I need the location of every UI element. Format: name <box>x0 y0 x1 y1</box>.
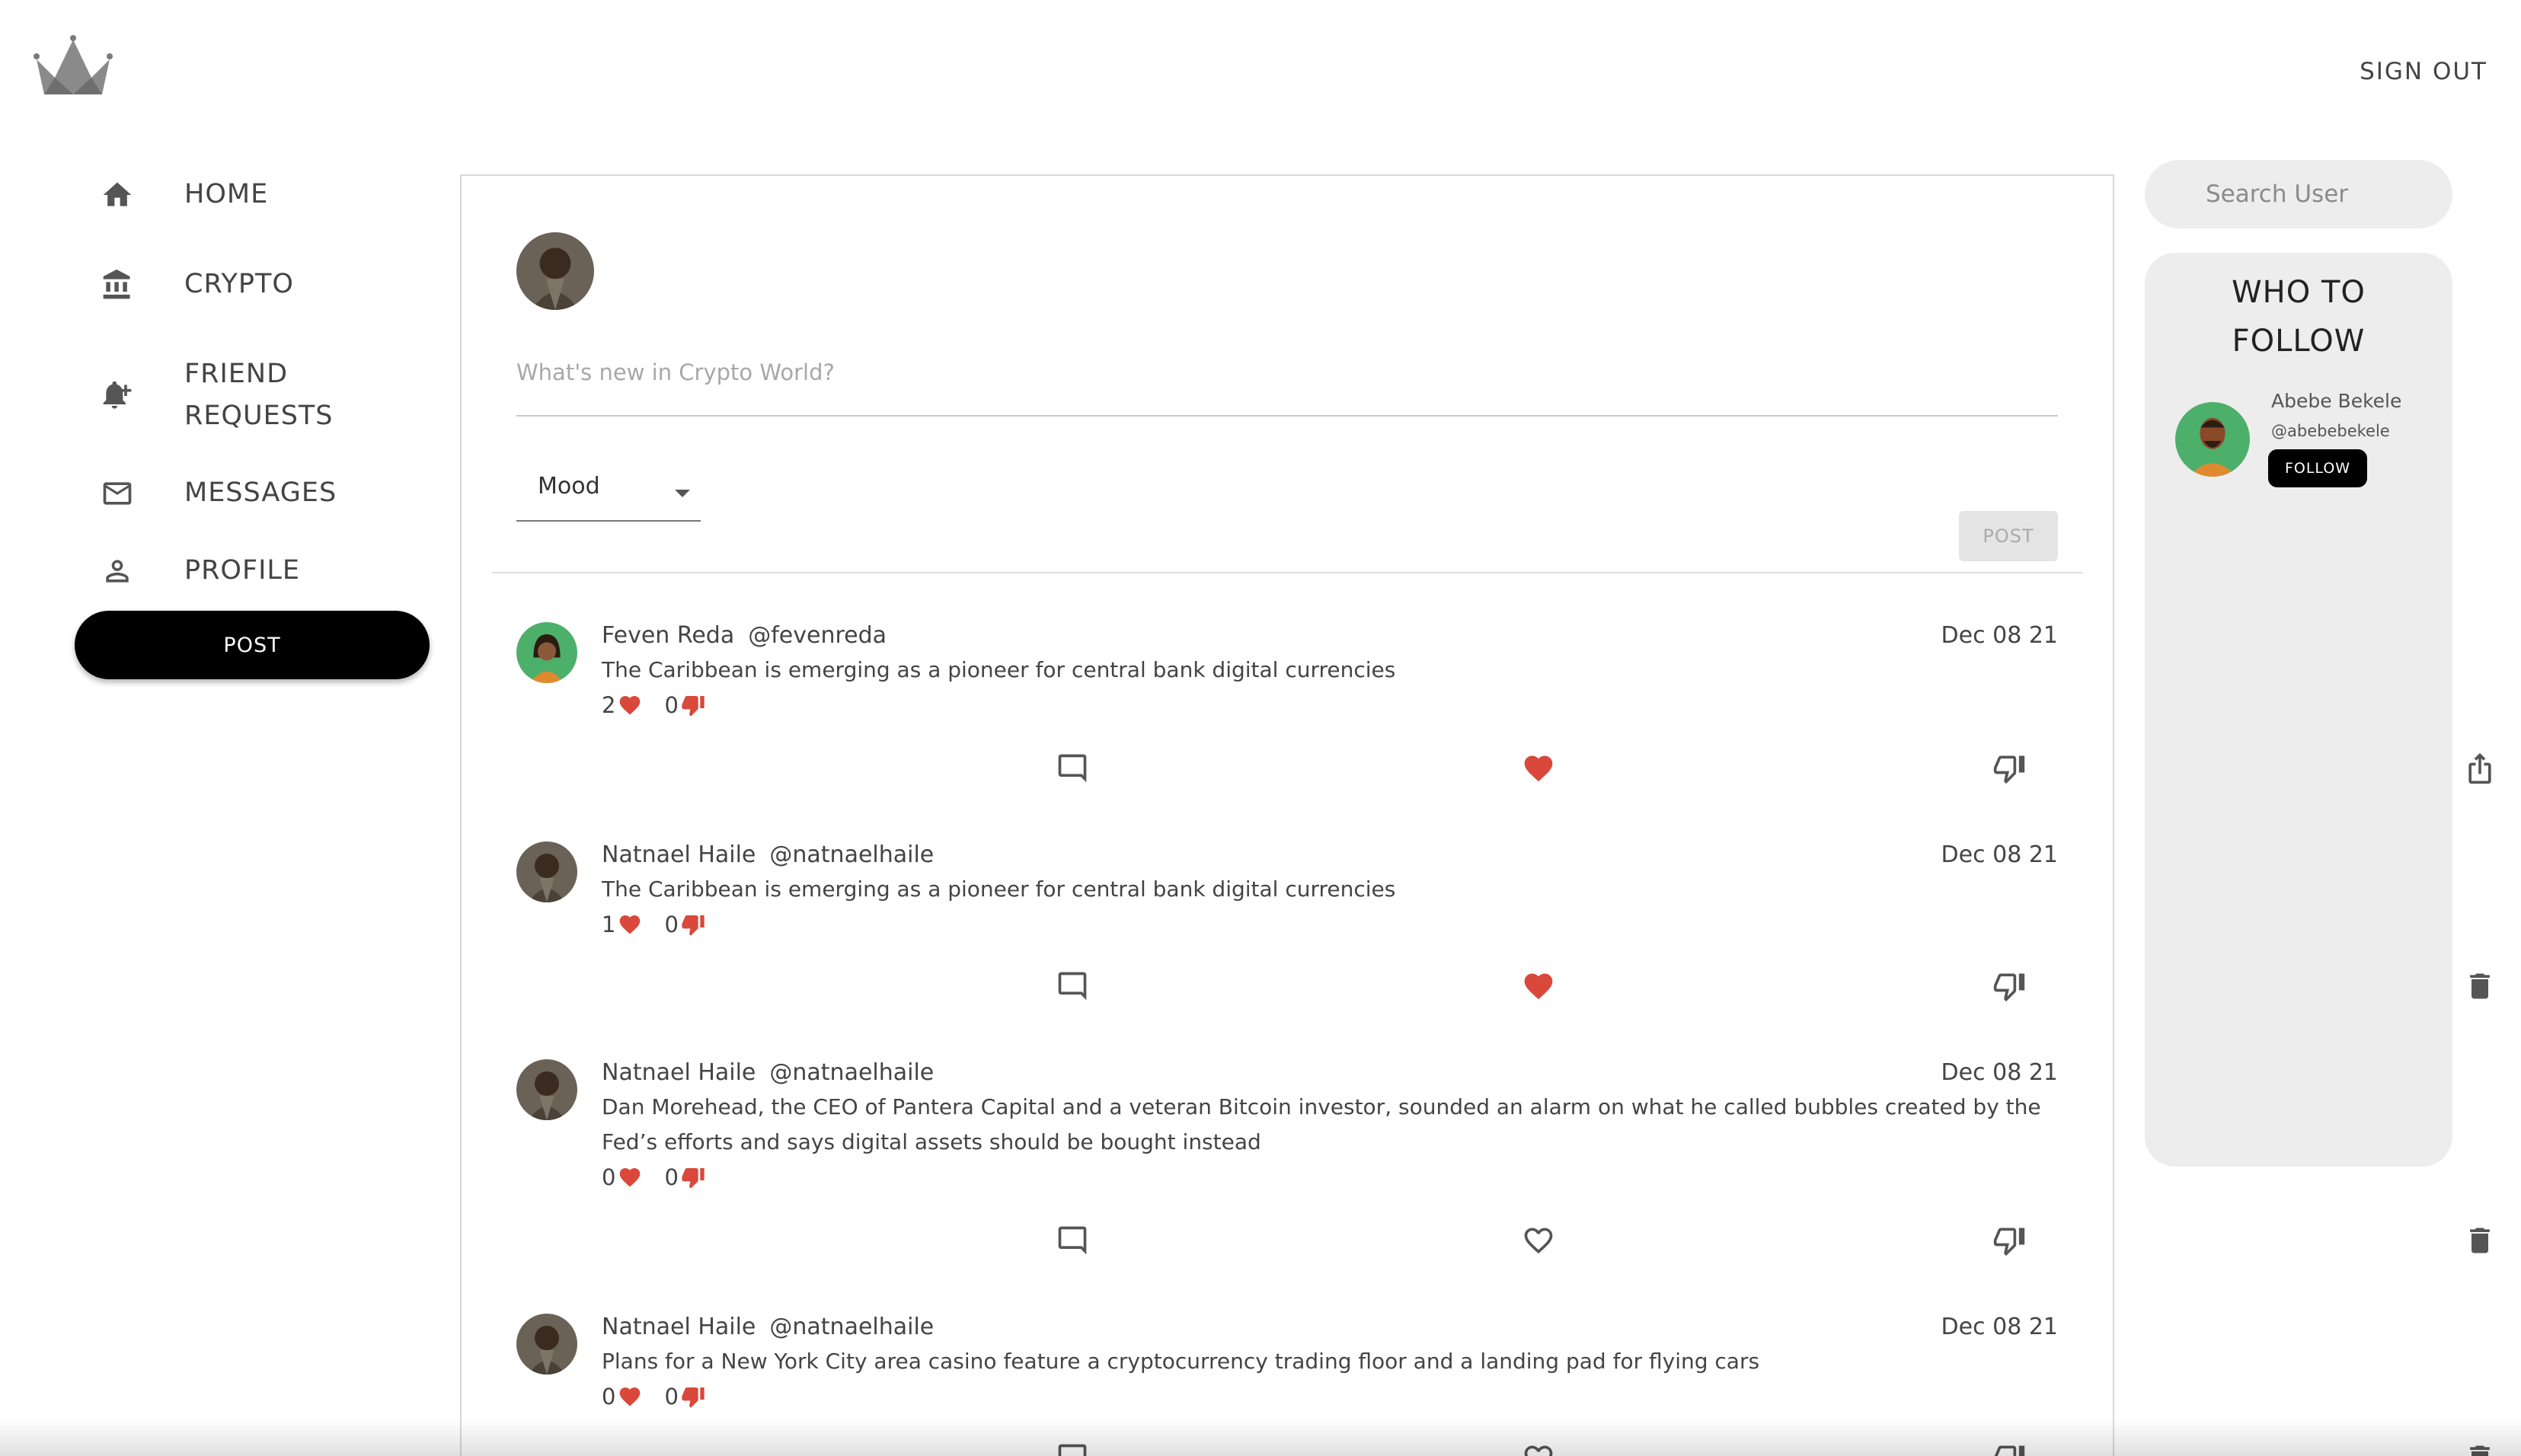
mail-icon <box>103 482 132 505</box>
sidebar-post-button[interactable]: POST <box>75 611 430 679</box>
search-user-input[interactable] <box>2145 160 2452 228</box>
thumb-down-icon <box>682 915 705 936</box>
sidebar-item-label: CRYPTO <box>184 269 294 299</box>
dislike-count: 0 <box>664 1164 679 1190</box>
user-avatar-icon <box>516 1059 577 1120</box>
divider <box>492 572 2082 573</box>
thumb-down-icon[interactable] <box>1992 752 2026 785</box>
post-text: Plans for a New York City area casino fe… <box>602 1349 1760 1374</box>
sidebar-item-label: HOME <box>184 179 269 209</box>
post-author-name[interactable]: Feven Reda <box>602 622 734 649</box>
thumb-down-icon[interactable] <box>1992 1224 2026 1257</box>
post-author-handle[interactable]: @natnaelhaile <box>769 1314 934 1340</box>
post-author-name[interactable]: Natnael Haile <box>602 1059 756 1086</box>
composer-post-button[interactable]: POST <box>1959 511 2058 561</box>
avatar[interactable] <box>516 1314 577 1375</box>
suggestion-name[interactable]: Abebe Bekele <box>2271 390 2401 412</box>
post-text: The Caribbean is emerging as a pioneer f… <box>602 876 1396 902</box>
like-count: 1 <box>602 912 616 937</box>
post-date: Dec 08 21 <box>1941 622 2058 649</box>
bell-plus-icon <box>103 381 132 409</box>
follow-button[interactable]: FOLLOW <box>2268 449 2367 487</box>
sidebar-item-label: PROFILE <box>184 555 301 586</box>
heart-icon <box>620 1387 641 1407</box>
heart-outline-icon[interactable] <box>1522 1224 1555 1257</box>
post-text: The Caribbean is emerging as a pioneer f… <box>602 657 1396 682</box>
post-author-handle[interactable]: @fevenreda <box>748 622 887 649</box>
heart-icon <box>620 696 641 715</box>
avatar[interactable] <box>516 622 577 683</box>
avatar[interactable] <box>516 1059 577 1120</box>
post-reaction-counts: 0 0 <box>602 1164 727 1190</box>
sidebar-item-label: FRIEND REQUESTS <box>184 359 334 431</box>
chevron-down-icon <box>675 490 690 497</box>
like-count: 0 <box>602 1384 616 1410</box>
user-avatar-icon <box>516 1314 577 1375</box>
heart-outline-icon[interactable] <box>1522 1442 1555 1456</box>
crown-logo-icon[interactable] <box>34 34 113 101</box>
thumb-down-icon[interactable] <box>1992 969 2026 1003</box>
person-icon <box>106 560 129 583</box>
heart-icon[interactable] <box>1522 969 1555 1003</box>
home-icon <box>103 182 132 206</box>
user-avatar-icon <box>2175 402 2250 477</box>
heart-icon <box>620 1168 641 1187</box>
post-reaction-counts: 0 0 <box>602 1384 727 1410</box>
sidebar-item-label: MESSAGES <box>184 477 337 508</box>
comment-icon[interactable] <box>1056 1224 1089 1257</box>
comment-icon[interactable] <box>1056 752 1089 785</box>
post-reaction-counts: 2 0 <box>602 692 727 718</box>
avatar[interactable] <box>516 232 594 310</box>
thumb-down-icon <box>682 1168 705 1189</box>
avatar[interactable] <box>2175 402 2250 477</box>
post-date: Dec 08 21 <box>1941 841 2058 868</box>
share-icon[interactable] <box>2463 752 2497 785</box>
suggestion-handle: @abebebekele <box>2271 422 2390 440</box>
dislike-count: 0 <box>664 1384 679 1410</box>
post-author-handle[interactable]: @natnaelhaile <box>769 1059 934 1086</box>
post-composer-input[interactable] <box>516 325 2058 417</box>
heart-icon[interactable] <box>1522 752 1555 785</box>
user-avatar-icon <box>516 232 594 310</box>
thumb-down-icon <box>682 1387 705 1408</box>
mood-select[interactable]: Mood <box>516 461 701 522</box>
sign-out-button[interactable]: SIGN OUT <box>2360 58 2487 85</box>
post-reaction-counts: 1 0 <box>602 912 727 937</box>
dislike-count: 0 <box>664 692 679 718</box>
post-author-name[interactable]: Natnael Haile <box>602 1314 756 1340</box>
post-date: Dec 08 21 <box>1941 1059 2058 1086</box>
user-avatar-icon <box>516 841 577 902</box>
mood-select-label: Mood <box>538 473 600 500</box>
like-count: 2 <box>602 692 616 718</box>
comment-icon[interactable] <box>1056 1442 1089 1456</box>
who-to-follow-panel: WHO TO FOLLOW Abebe Bekele @abebebekele F… <box>2145 253 2452 1167</box>
post-date: Dec 08 21 <box>1941 1314 2058 1340</box>
like-count: 0 <box>602 1164 616 1190</box>
trash-icon[interactable] <box>2463 1442 2497 1456</box>
thumb-down-icon <box>682 696 705 717</box>
post-author-handle[interactable]: @natnaelhaile <box>769 841 934 868</box>
feed-panel: Mood POST Feven Reda @fevenreda Dec 08 21… <box>460 174 2491 1456</box>
heart-icon <box>620 915 641 934</box>
who-to-follow-title: WHO TO FOLLOW <box>2232 275 2366 359</box>
comment-icon[interactable] <box>1056 969 1089 1003</box>
post-author-name[interactable]: Natnael Haile <box>602 841 756 868</box>
avatar[interactable] <box>516 841 577 902</box>
thumb-down-icon[interactable] <box>1992 1442 2026 1456</box>
dislike-count: 0 <box>664 912 679 937</box>
trash-icon[interactable] <box>2463 969 2497 1003</box>
trash-icon[interactable] <box>2463 1224 2497 1257</box>
post-text: Dan Morehead, the CEO of Pantera Capital… <box>602 1094 2041 1154</box>
bank-icon <box>103 269 130 299</box>
user-avatar-icon <box>516 622 577 683</box>
